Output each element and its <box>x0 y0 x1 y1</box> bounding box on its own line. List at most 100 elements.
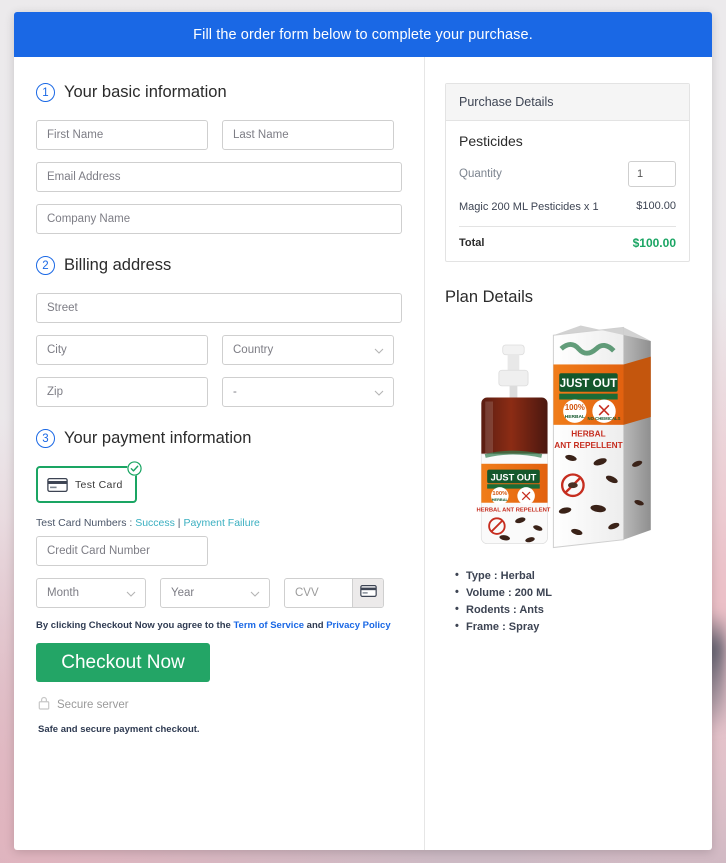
check-circle-icon <box>127 461 142 476</box>
test-card-label: Test Card <box>75 478 123 491</box>
credit-card-number-input[interactable]: Credit Card Number <box>36 536 208 566</box>
zip-state-row: Zip - <box>36 377 402 407</box>
card-number-row: Credit Card Number <box>36 536 402 566</box>
first-name-input[interactable]: First Name <box>36 120 208 150</box>
terms-prefix: By clicking Checkout Now you agree to th… <box>36 620 234 631</box>
company-row: Company Name <box>36 204 402 234</box>
step-billing-address: 2 Billing address <box>36 256 402 275</box>
svg-text:JUST OUT: JUST OUT <box>490 472 536 482</box>
purchase-details-title: Purchase Details <box>446 84 689 121</box>
summary-divider <box>459 225 676 227</box>
terms-text: By clicking Checkout Now you agree to th… <box>36 620 402 631</box>
checkout-now-button[interactable]: Checkout Now <box>36 643 210 682</box>
cvv-input[interactable]: CVV <box>285 579 352 607</box>
credit-card-icon <box>359 584 377 602</box>
svg-text:JUST OUT: JUST OUT <box>559 377 617 390</box>
expiry-month-select[interactable]: Month <box>36 578 146 608</box>
email-row: Email Address <box>36 162 402 192</box>
success-card-link[interactable]: Success <box>135 517 175 529</box>
city-input[interactable]: City <box>36 335 208 365</box>
cvv-help-button[interactable] <box>352 579 383 607</box>
cvv-field-group[interactable]: CVV <box>284 578 384 608</box>
product-photo-illustration: JUST OUT 100% HERBAL NO CHEMICALS HERBAL… <box>476 325 651 548</box>
name-row: First Name Last Name <box>36 120 402 150</box>
secure-server-label: Secure server <box>57 698 129 711</box>
zip-input[interactable]: Zip <box>36 377 208 407</box>
email-input[interactable]: Email Address <box>36 162 402 192</box>
expiry-cvv-row: Month Year CVV <box>36 578 402 608</box>
chevron-down-icon <box>374 388 384 397</box>
test-card-numbers-label: Test Card Numbers : <box>36 517 136 529</box>
top-banner: Fill the order form below to complete yo… <box>14 12 712 57</box>
secure-server-note: Secure server <box>38 696 402 713</box>
expiry-month-value: Month <box>47 587 79 599</box>
total-amount: $100.00 <box>632 235 676 250</box>
plan-detail-item: Rodents : Ants <box>455 603 690 616</box>
payment-failure-card-link[interactable]: Payment Failure <box>183 517 259 529</box>
total-row: Total $100.00 <box>459 236 676 250</box>
content-columns: 1 Your basic information First Name Last… <box>14 57 712 850</box>
step-basic-information: 1 Your basic information <box>36 83 402 102</box>
summary-column: Purchase Details Pesticides Quantity 1 M… <box>425 57 712 850</box>
test-card-numbers-line: Test Card Numbers : Success | Payment Fa… <box>36 517 402 529</box>
state-select[interactable]: - <box>222 377 394 407</box>
step-1-title: Your basic information <box>64 83 227 101</box>
test-card-option[interactable]: Test Card <box>36 461 142 503</box>
svg-text:100%: 100% <box>564 403 584 412</box>
terms-of-service-link[interactable]: Term of Service <box>233 620 304 631</box>
line-item-name: Magic 200 ML Pesticides x 1 <box>459 201 599 213</box>
purchase-details-panel: Purchase Details Pesticides Quantity 1 M… <box>445 83 690 262</box>
order-form-column: 1 Your basic information First Name Last… <box>14 57 424 850</box>
svg-text:HERBAL: HERBAL <box>571 429 605 438</box>
plan-detail-item: Volume : 200 ML <box>455 586 690 599</box>
line-item-amount: $100.00 <box>636 200 676 212</box>
chevron-down-icon <box>126 589 136 598</box>
terms-and: and <box>304 620 327 631</box>
quantity-row: Quantity 1 <box>459 161 676 187</box>
step-2-number: 2 <box>36 256 55 275</box>
total-label: Total <box>459 236 485 249</box>
step-3-title: Your payment information <box>64 429 252 447</box>
expiry-year-value: Year <box>171 587 195 599</box>
product-bottle: JUST OUT 100% HERBAL HERBAL ANT REPELLEN… <box>476 344 550 544</box>
street-input[interactable]: Street <box>36 293 402 323</box>
svg-text:HERBAL: HERBAL <box>491 497 508 502</box>
step-2-title: Billing address <box>64 256 172 274</box>
svg-text:NO CHEMICALS: NO CHEMICALS <box>587 416 620 421</box>
svg-text:HERBAL ANT REPELLENT: HERBAL ANT REPELLENT <box>476 507 550 513</box>
step-payment-information: 3 Your payment information <box>36 429 402 448</box>
state-select-value: - <box>233 386 237 398</box>
purchase-details-body: Pesticides Quantity 1 Magic 200 ML Pesti… <box>446 121 689 261</box>
product-image: JUST OUT 100% HERBAL NO CHEMICALS HERBAL… <box>445 315 690 557</box>
privacy-policy-link[interactable]: Privacy Policy <box>326 620 390 631</box>
step-3-number: 3 <box>36 429 55 448</box>
credit-card-icon <box>47 477 68 492</box>
lock-icon <box>38 696 50 713</box>
line-item-row: Magic 200 ML Pesticides x 1 $100.00 <box>459 200 676 215</box>
expiry-year-select[interactable]: Year <box>160 578 270 608</box>
plan-detail-item: Frame : Spray <box>455 620 690 633</box>
quantity-input[interactable]: 1 <box>628 161 676 187</box>
city-country-row: City Country <box>36 335 402 365</box>
checkout-card: Fill the order form below to complete yo… <box>14 12 712 850</box>
plan-details-title: Plan Details <box>445 287 534 306</box>
safe-checkout-note: Safe and secure payment checkout. <box>38 724 200 735</box>
banner-text: Fill the order form below to complete yo… <box>193 26 533 43</box>
product-box: JUST OUT 100% HERBAL NO CHEMICALS HERBAL… <box>552 325 651 548</box>
plan-detail-item: Type : Herbal <box>455 569 690 582</box>
company-name-input[interactable]: Company Name <box>36 204 402 234</box>
product-title: Pesticides <box>459 133 523 149</box>
chevron-down-icon <box>374 346 384 355</box>
svg-text:ANT REPELLENT: ANT REPELLENT <box>554 441 622 450</box>
country-select[interactable]: Country <box>222 335 394 365</box>
country-select-value: Country <box>233 344 274 356</box>
plan-details-list: Type : Herbal Volume : 200 ML Rodents : … <box>455 569 690 633</box>
step-1-number: 1 <box>36 83 55 102</box>
quantity-label: Quantity <box>459 168 502 180</box>
svg-text:HERBAL: HERBAL <box>564 414 584 420</box>
chevron-down-icon <box>250 589 260 598</box>
street-row: Street <box>36 293 402 323</box>
last-name-input[interactable]: Last Name <box>222 120 394 150</box>
